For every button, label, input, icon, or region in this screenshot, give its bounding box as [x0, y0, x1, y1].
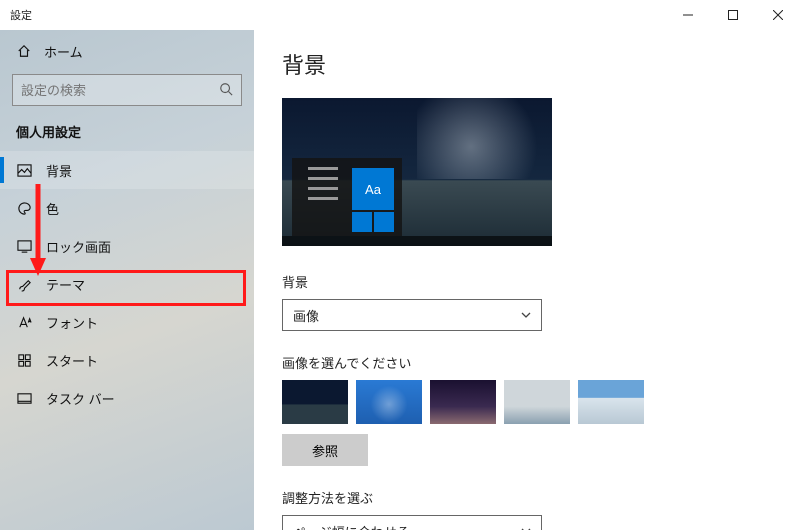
sidebar: ホーム 個人用設定 背景 — [0, 30, 254, 530]
sidebar-item-label: 背景 — [46, 161, 72, 180]
caption-buttons — [665, 0, 800, 30]
sidebar-item-label: スタート — [46, 351, 98, 370]
search-input[interactable] — [21, 83, 219, 98]
image-thumbnail[interactable] — [430, 380, 496, 424]
combo-value: 画像 — [293, 306, 319, 325]
lockscreen-icon — [16, 239, 32, 254]
home-label: ホーム — [44, 42, 83, 61]
sidebar-item-label: ロック画面 — [46, 237, 111, 256]
sidebar-item-label: テーマ — [46, 275, 85, 294]
chevron-down-icon — [521, 525, 531, 530]
font-icon — [16, 315, 32, 330]
window-title: 設定 — [10, 7, 32, 23]
minimize-button[interactable] — [665, 0, 710, 30]
fit-dropdown[interactable]: ページ幅に合わせる — [282, 515, 542, 530]
search-box[interactable] — [12, 74, 242, 106]
sidebar-item-taskbar[interactable]: タスク バー — [0, 379, 254, 417]
browse-button-label: 参照 — [312, 441, 338, 460]
sidebar-item-label: 色 — [46, 199, 59, 218]
desktop-preview: Aa — [282, 98, 552, 246]
window-body: ホーム 個人用設定 背景 — [0, 30, 800, 530]
image-thumbnail[interactable] — [578, 380, 644, 424]
background-label: 背景 — [282, 272, 772, 291]
preview-sample-text: Aa — [365, 182, 381, 197]
background-type-dropdown[interactable]: 画像 — [282, 299, 542, 331]
start-icon — [16, 353, 32, 368]
image-thumbnail[interactable] — [356, 380, 422, 424]
search-icon — [219, 82, 233, 99]
content-pane: 背景 Aa 背景 画像 画像を選んでください — [254, 30, 800, 530]
preview-sample-tile: Aa — [352, 168, 394, 210]
image-thumbnails — [282, 380, 772, 424]
page-title: 背景 — [282, 48, 772, 80]
combo-value: ページ幅に合わせる — [293, 522, 410, 530]
settings-window: 設定 ホーム — [0, 0, 800, 530]
section-title: 個人用設定 — [0, 114, 254, 151]
sidebar-item-label: タスク バー — [46, 389, 115, 408]
image-thumbnail[interactable] — [282, 380, 348, 424]
palette-icon — [16, 201, 32, 216]
titlebar: 設定 — [0, 0, 800, 30]
brush-icon — [16, 277, 32, 292]
browse-button[interactable]: 参照 — [282, 434, 368, 466]
taskbar-icon — [16, 391, 32, 406]
search-wrap — [0, 66, 254, 114]
picture-icon — [16, 163, 32, 178]
home-link[interactable]: ホーム — [0, 36, 254, 66]
home-icon — [16, 44, 32, 58]
sidebar-item-lockscreen[interactable]: ロック画面 — [0, 227, 254, 265]
choose-image-label: 画像を選んでください — [282, 353, 772, 372]
maximize-button[interactable] — [710, 0, 755, 30]
sidebar-item-label: フォント — [46, 313, 98, 332]
sidebar-item-fonts[interactable]: フォント — [0, 303, 254, 341]
sidebar-item-colors[interactable]: 色 — [0, 189, 254, 227]
fit-label: 調整方法を選ぶ — [282, 488, 772, 507]
chevron-down-icon — [521, 309, 531, 321]
sidebar-item-start[interactable]: スタート — [0, 341, 254, 379]
close-button[interactable] — [755, 0, 800, 30]
sidebar-item-background[interactable]: 背景 — [0, 151, 254, 189]
image-thumbnail[interactable] — [504, 380, 570, 424]
sidebar-item-themes[interactable]: テーマ — [0, 265, 254, 303]
